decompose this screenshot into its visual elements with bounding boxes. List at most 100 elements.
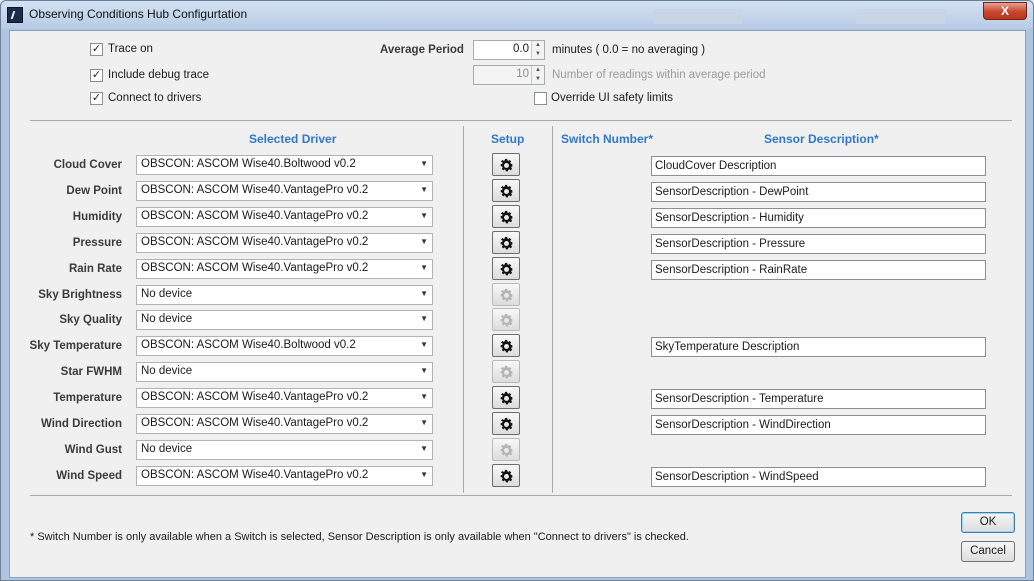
driver-select[interactable]: OBSCON: ASCOM Wise40.VantagePro v0.2 ▼ — [136, 414, 433, 434]
sensor-description-value: SensorDescription - WindSpeed — [655, 471, 819, 483]
sensor-description-field[interactable]: SensorDescription - WindDirection — [651, 415, 986, 435]
sensor-description-value: SensorDescription - Temperature — [655, 393, 824, 405]
bottom-separator — [30, 495, 1012, 496]
driver-select-value: OBSCON: ASCOM Wise40.VantagePro v0.2 — [141, 417, 369, 429]
driver-select[interactable]: OBSCON: ASCOM Wise40.Boltwood v0.2 ▼ — [136, 155, 433, 175]
sensor-description-field[interactable]: SkyTemperature Description — [651, 337, 986, 357]
debug-trace-label: Include debug trace — [108, 69, 210, 81]
driver-select-value: OBSCON: ASCOM Wise40.VantagePro v0.2 — [141, 236, 369, 248]
setup-header: Setup — [491, 132, 525, 146]
dialog-client-area: ✓ Trace on ✓ Include debug trace ✓ Conne… — [9, 30, 1026, 578]
sensor-label: Wind Direction — [40, 418, 122, 430]
chevron-down-icon[interactable]: ▼ — [420, 185, 428, 194]
trace-on-checkbox[interactable]: ✓ — [90, 43, 103, 56]
chevron-down-icon[interactable]: ▼ — [420, 289, 428, 298]
spin-down-icon: ▼ — [535, 76, 541, 82]
ok-button[interactable]: OK — [961, 512, 1015, 533]
driver-select[interactable]: OBSCON: ASCOM Wise40.VantagePro v0.2 ▼ — [136, 181, 433, 201]
app-icon — [7, 7, 23, 23]
chevron-down-icon[interactable]: ▼ — [420, 159, 428, 168]
sensor-label: Sky Quality — [59, 314, 122, 326]
driver-select[interactable]: No device ▼ — [136, 285, 433, 305]
top-separator — [30, 120, 1012, 121]
driver-select-value: OBSCON: ASCOM Wise40.VantagePro v0.2 — [141, 210, 369, 222]
setup-button[interactable] — [492, 153, 520, 176]
debug-trace-checkbox[interactable]: ✓ — [90, 69, 103, 82]
driver-select[interactable]: OBSCON: ASCOM Wise40.VantagePro v0.2 ▼ — [136, 466, 433, 486]
column-divider-right — [552, 126, 553, 493]
setup-button[interactable] — [492, 386, 520, 409]
driver-select-value: OBSCON: ASCOM Wise40.VantagePro v0.2 — [141, 391, 369, 403]
chevron-down-icon[interactable]: ▼ — [420, 392, 428, 401]
setup-button — [492, 283, 520, 306]
sensor-description-field[interactable]: SensorDescription - Humidity — [651, 208, 986, 228]
readings-value: 10 — [516, 68, 529, 80]
driver-select[interactable]: OBSCON: ASCOM Wise40.Boltwood v0.2 ▼ — [136, 336, 433, 356]
driver-select-value: OBSCON: ASCOM Wise40.VantagePro v0.2 — [141, 184, 369, 196]
chevron-down-icon[interactable]: ▼ — [420, 340, 428, 349]
title-bar[interactable]: Observing Conditions Hub Configurtation … — [1, 1, 1033, 29]
sensor-description-field[interactable]: CloudCover Description — [651, 156, 986, 176]
trace-on-label: Trace on — [108, 43, 153, 55]
average-period-spinner[interactable]: 0.0 ▲ ▼ — [473, 40, 545, 60]
setup-button — [492, 438, 520, 461]
sensor-description-value: SensorDescription - WindDirection — [655, 419, 831, 431]
driver-select-value: No device — [141, 313, 193, 325]
setup-button — [492, 360, 520, 383]
setup-button[interactable] — [492, 257, 520, 280]
sensor-description-field[interactable]: SensorDescription - Temperature — [651, 389, 986, 409]
setup-button[interactable] — [492, 231, 520, 254]
sensor-description-field[interactable]: SensorDescription - DewPoint — [651, 182, 986, 202]
chevron-down-icon[interactable]: ▼ — [420, 314, 428, 323]
sensor-description-field[interactable]: SensorDescription - Pressure — [651, 234, 986, 254]
close-button[interactable]: X — [983, 2, 1027, 20]
driver-select[interactable]: OBSCON: ASCOM Wise40.VantagePro v0.2 ▼ — [136, 388, 433, 408]
driver-select-value: No device — [141, 443, 193, 455]
setup-button[interactable] — [492, 464, 520, 487]
spin-up-icon: ▲ — [535, 67, 541, 73]
check-mark-icon: ✓ — [91, 69, 102, 81]
chevron-down-icon[interactable]: ▼ — [420, 444, 428, 453]
sensor-description-value: SensorDescription - RainRate — [655, 264, 808, 276]
config-window: Observing Conditions Hub Configurtation … — [0, 0, 1034, 581]
driver-select[interactable]: No device ▼ — [136, 440, 433, 460]
sensor-description-field[interactable]: SensorDescription - WindSpeed — [651, 467, 986, 487]
driver-select[interactable]: OBSCON: ASCOM Wise40.VantagePro v0.2 ▼ — [136, 207, 433, 227]
driver-select[interactable]: No device ▼ — [136, 310, 433, 330]
sensor-description-field[interactable]: SensorDescription - RainRate — [651, 260, 986, 280]
driver-select[interactable]: OBSCON: ASCOM Wise40.VantagePro v0.2 ▼ — [136, 233, 433, 253]
driver-select-value: OBSCON: ASCOM Wise40.Boltwood v0.2 — [141, 339, 356, 351]
chevron-down-icon[interactable]: ▼ — [420, 237, 428, 246]
spin-up-icon[interactable]: ▲ — [532, 41, 544, 50]
sensor-label: Pressure — [72, 237, 122, 249]
chevron-down-icon[interactable]: ▼ — [420, 418, 428, 427]
average-period-unit: minutes ( 0.0 = no averaging ) — [552, 44, 706, 56]
override-limits-label: Override UI safety limits — [551, 92, 674, 104]
background-window-button — [653, 9, 743, 24]
driver-select[interactable]: No device ▼ — [136, 362, 433, 382]
sensor-label: Rain Rate — [68, 263, 122, 275]
spin-down-icon[interactable]: ▼ — [532, 50, 544, 59]
setup-button[interactable] — [492, 205, 520, 228]
driver-select-value: OBSCON: ASCOM Wise40.VantagePro v0.2 — [141, 469, 369, 481]
setup-button[interactable] — [492, 179, 520, 202]
sensor-description-header: Sensor Description* — [764, 132, 879, 146]
cancel-button[interactable]: Cancel — [961, 541, 1015, 562]
driver-select[interactable]: OBSCON: ASCOM Wise40.VantagePro v0.2 ▼ — [136, 259, 433, 279]
override-limits-checkbox[interactable] — [534, 92, 547, 105]
chevron-down-icon[interactable]: ▼ — [420, 366, 428, 375]
column-divider-left — [463, 126, 464, 493]
sensor-description-value: SensorDescription - Pressure — [655, 238, 806, 250]
sensor-description-value: SensorDescription - Humidity — [655, 212, 804, 224]
driver-select-value: OBSCON: ASCOM Wise40.Boltwood v0.2 — [141, 158, 356, 170]
connect-drivers-checkbox[interactable]: ✓ — [90, 92, 103, 105]
chevron-down-icon[interactable]: ▼ — [420, 263, 428, 272]
connect-drivers-label: Connect to drivers — [108, 92, 202, 104]
average-period-label: Average Period — [380, 44, 464, 56]
sensor-label: Star FWHM — [60, 366, 122, 378]
sensor-label: Dew Point — [66, 185, 122, 197]
setup-button[interactable] — [492, 334, 520, 357]
setup-button[interactable] — [492, 412, 520, 435]
chevron-down-icon[interactable]: ▼ — [420, 211, 428, 220]
chevron-down-icon[interactable]: ▼ — [420, 470, 428, 479]
